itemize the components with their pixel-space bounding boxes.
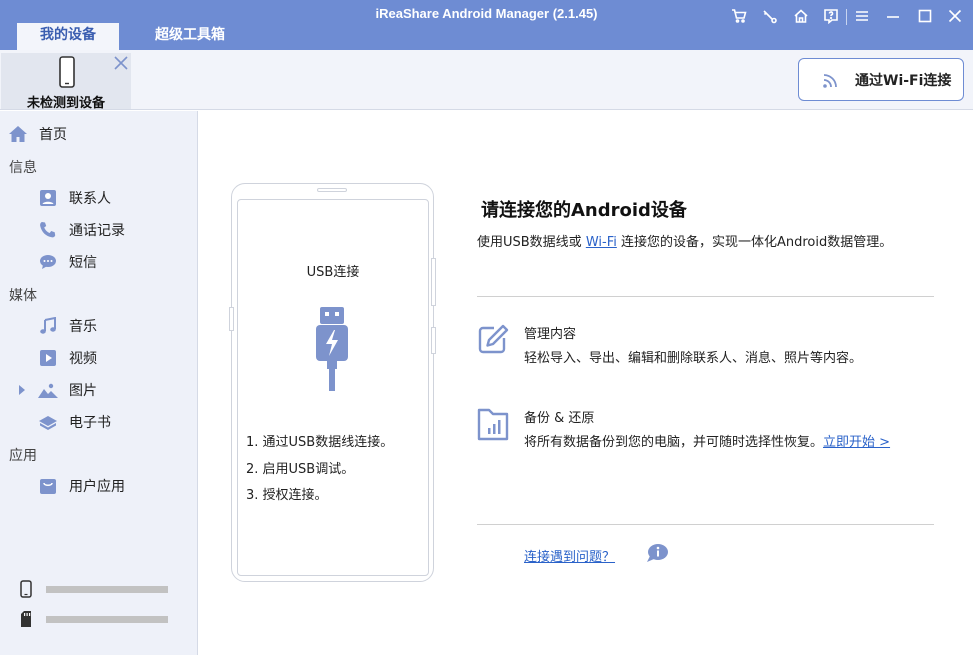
tab-toolbox[interactable]: 超级工具箱 bbox=[139, 23, 241, 50]
sd-card-icon bbox=[21, 611, 31, 627]
usb-step: 3. 授权连接。 bbox=[246, 488, 328, 503]
music-icon bbox=[37, 316, 59, 336]
sidebar-item-label: 图片 bbox=[69, 383, 97, 399]
sidebar-item-label: 短信 bbox=[69, 255, 97, 271]
device-bar: 未检测到设备 通过Wi-Fi连接 bbox=[0, 50, 973, 111]
sidebar-item-label: 用户应用 bbox=[69, 479, 125, 495]
feature-desc-backup: 将所有数据备份到您的电脑，并可随时选择性恢复。立即开始 > bbox=[524, 434, 964, 452]
sd-storage bbox=[20, 610, 168, 628]
sidebar-item-label: 视频 bbox=[69, 351, 97, 367]
contacts-icon bbox=[37, 188, 59, 208]
cart-icon[interactable] bbox=[728, 6, 750, 26]
usb-step: 2. 启用USB调试。 bbox=[246, 461, 355, 477]
sidebar-item-call-log[interactable]: 通话记录 bbox=[37, 220, 125, 240]
ebook-icon bbox=[37, 412, 59, 432]
phone-icon bbox=[59, 56, 75, 88]
message-icon bbox=[37, 252, 59, 272]
expand-arrow-icon[interactable] bbox=[18, 385, 28, 395]
picture-icon bbox=[37, 380, 59, 400]
sidebar: 首页 信息 联系人 通话记录 短信 媒体 音乐 视频 图片 电子书 应用 用户应… bbox=[0, 111, 198, 655]
phone-storage-bar bbox=[46, 585, 168, 593]
phone-side-button bbox=[431, 258, 436, 306]
desc-text: 使用USB数据线或 bbox=[477, 235, 586, 250]
wifi-link[interactable]: Wi-Fi bbox=[586, 235, 617, 250]
help-icon[interactable] bbox=[820, 6, 842, 26]
divider bbox=[477, 524, 934, 525]
start-now-link[interactable]: 立即开始 > bbox=[823, 435, 890, 450]
section-apps: 应用 bbox=[9, 448, 37, 464]
section-info: 信息 bbox=[9, 160, 37, 176]
sidebar-item-label: 音乐 bbox=[69, 319, 97, 335]
sidebar-item-photos[interactable]: 图片 bbox=[18, 380, 97, 400]
feature-desc-text: 将所有数据备份到您的电脑，并可随时选择性恢复。 bbox=[524, 435, 824, 450]
key-icon[interactable] bbox=[759, 6, 781, 26]
sidebar-item-label: 首页 bbox=[39, 127, 67, 143]
menu-icon[interactable] bbox=[851, 6, 873, 26]
connection-problem-link[interactable]: 连接遇到问题？ bbox=[524, 550, 615, 565]
sidebar-item-label: 联系人 bbox=[69, 191, 111, 207]
phone-storage-icon bbox=[20, 580, 32, 598]
minimize-icon[interactable] bbox=[882, 6, 904, 26]
tab-my-device[interactable]: 我的设备 bbox=[17, 23, 119, 50]
info-bubble-icon[interactable] bbox=[646, 543, 670, 563]
wifi-icon bbox=[823, 73, 837, 88]
usb-step: 1. 通过USB数据线连接。 bbox=[246, 435, 394, 450]
toolbar-divider bbox=[846, 9, 847, 25]
usb-cable-icon bbox=[316, 307, 348, 391]
feature-desc-manage: 轻松导入、导出、编辑和删除联系人、消息、照片等内容。 bbox=[524, 351, 863, 366]
sidebar-item-home[interactable]: 首页 bbox=[7, 124, 67, 144]
close-device-icon[interactable] bbox=[113, 55, 129, 71]
device-card[interactable]: 未检测到设备 bbox=[1, 53, 131, 111]
sidebar-item-video[interactable]: 视频 bbox=[37, 348, 97, 368]
maximize-icon[interactable] bbox=[914, 6, 936, 26]
phone-side-button bbox=[229, 307, 234, 331]
sidebar-item-music[interactable]: 音乐 bbox=[37, 316, 97, 336]
sidebar-item-sms[interactable]: 短信 bbox=[37, 252, 97, 272]
desc-text: 连接您的设备，实现一体化Android数据管理。 bbox=[616, 235, 893, 250]
backup-folder-icon bbox=[477, 408, 509, 441]
connect-description: 使用USB数据线或 Wi-Fi 连接您的设备，实现一体化Android数据管理。 bbox=[477, 234, 947, 251]
phone-storage bbox=[20, 580, 168, 598]
close-icon[interactable] bbox=[944, 6, 966, 26]
wifi-connect-button[interactable]: 通过Wi-Fi连接 bbox=[798, 58, 964, 101]
feature-title-manage: 管理内容 bbox=[524, 327, 577, 342]
title-bar: iReaShare Android Manager (2.1.45) 我的设备 … bbox=[0, 0, 973, 50]
sidebar-item-label: 通话记录 bbox=[69, 223, 125, 239]
phone-side-button bbox=[431, 327, 436, 354]
sd-storage-bar bbox=[46, 615, 168, 623]
wifi-connect-label: 通过Wi-Fi连接 bbox=[855, 72, 952, 89]
usb-title: USB连接 bbox=[306, 265, 360, 280]
sidebar-item-label: 电子书 bbox=[69, 415, 111, 431]
connection-problem-row: 连接遇到问题？ bbox=[524, 546, 615, 565]
video-icon bbox=[37, 348, 59, 368]
phone-speaker bbox=[317, 188, 347, 192]
section-media: 媒体 bbox=[9, 288, 37, 304]
phone-call-icon bbox=[37, 220, 59, 240]
device-status: 未检测到设备 bbox=[26, 96, 105, 111]
usb-steps: 1. 通过USB数据线连接。 2. 启用USB调试。 3. 授权连接。 bbox=[246, 430, 393, 510]
sidebar-item-user-apps[interactable]: 用户应用 bbox=[37, 476, 125, 496]
edit-icon bbox=[478, 324, 509, 354]
feature-title-backup: 备份 & 还原 bbox=[524, 411, 595, 426]
app-bag-icon bbox=[37, 476, 59, 496]
divider bbox=[477, 296, 934, 297]
home-nav-icon bbox=[7, 124, 29, 144]
home-icon[interactable] bbox=[790, 6, 812, 26]
sidebar-item-ebooks[interactable]: 电子书 bbox=[37, 412, 111, 432]
connect-heading: 请连接您的Android设备 bbox=[481, 200, 687, 221]
sidebar-item-contacts[interactable]: 联系人 bbox=[37, 188, 111, 208]
